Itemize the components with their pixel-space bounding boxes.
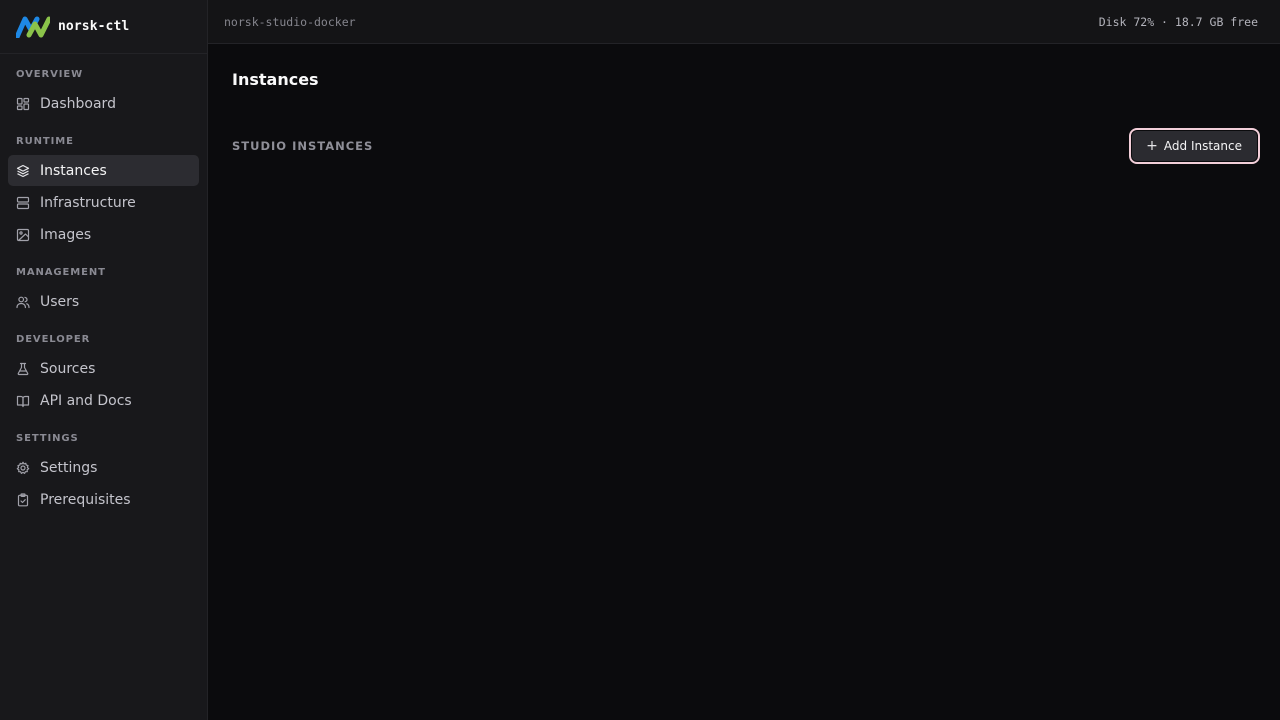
image-icon — [16, 228, 30, 242]
users-icon — [16, 295, 30, 309]
sidebar-section-title: DEVELOPER — [16, 334, 91, 345]
disk-status: Disk 72% · 18.7 GB free — [1098, 14, 1258, 29]
sidebar: norsk-ctl OVERVIEW Dashboard RUNTIME Instan… — [0, 0, 208, 720]
gear-icon — [16, 461, 30, 475]
sidebar-item-label: Sources — [40, 360, 96, 377]
main-area: norsk-studio-docker Disk 72% · 18.7 GB f… — [208, 0, 1280, 720]
sidebar-section-title: OVERVIEW — [16, 69, 84, 80]
sidebar-item-label: API and Docs — [40, 392, 132, 409]
norsk-logo-icon — [16, 15, 50, 39]
dashboard-grid-icon — [16, 97, 30, 111]
flask-icon — [16, 362, 30, 376]
add-instance-label: Add Instance — [1163, 139, 1242, 153]
app-root: norsk-ctl OVERVIEW Dashboard RUNTIME Instan… — [0, 0, 1280, 720]
sidebar-item-sources[interactable]: Sources — [8, 353, 199, 384]
app-name: norsk-ctl — [58, 19, 130, 34]
host-name: norsk-studio-docker — [224, 14, 356, 29]
sidebar-item-users[interactable]: Users — [8, 286, 199, 317]
clipboard-check-icon — [16, 492, 30, 507]
server-icon — [16, 196, 30, 210]
instances-list-header: STUDIO INSTANCES + Add Instance — [232, 128, 1260, 164]
sidebar-item-label: Instances — [40, 162, 107, 179]
sidebar-item-prerequisites[interactable]: Prerequisites — [8, 484, 199, 515]
topbar: norsk-studio-docker Disk 72% · 18.7 GB f… — [208, 0, 1280, 44]
add-instance-button[interactable]: + Add Instance — [1129, 128, 1260, 164]
sidebar-item-label: Users — [40, 293, 80, 310]
sidebar-item-api-and-docs[interactable]: API and Docs — [8, 385, 199, 416]
sidebar-item-dashboard[interactable]: Dashboard — [8, 88, 199, 119]
sidebar-section-title: RUNTIME — [16, 136, 74, 147]
sidebar-item-label: Infrastructure — [40, 194, 136, 211]
sidebar-item-images[interactable]: Images — [8, 219, 199, 250]
sidebar-item-infrastructure[interactable]: Infrastructure — [8, 187, 199, 218]
sidebar-section-title: SETTINGS — [16, 433, 79, 444]
sidebar-item-label: Images — [40, 226, 92, 243]
plus-icon: + — [1146, 138, 1158, 154]
section-title: STUDIO INSTANCES — [232, 139, 374, 153]
sidebar-item-instances[interactable]: Instances — [8, 155, 199, 186]
book-icon — [16, 394, 30, 408]
layers-icon — [16, 164, 30, 178]
sidebar-section-title: MANAGEMENT — [16, 267, 106, 278]
sidebar-item-settings[interactable]: Settings — [8, 452, 199, 483]
content: Instances STUDIO INSTANCES + Add Instanc… — [208, 44, 1280, 720]
sidebar-item-label: Prerequisites — [40, 491, 131, 508]
sidebar-item-label: Settings — [40, 459, 98, 476]
page-title: Instances — [232, 70, 319, 89]
sidebar-item-label: Dashboard — [40, 95, 116, 112]
brand[interactable]: norsk-ctl — [0, 0, 207, 54]
